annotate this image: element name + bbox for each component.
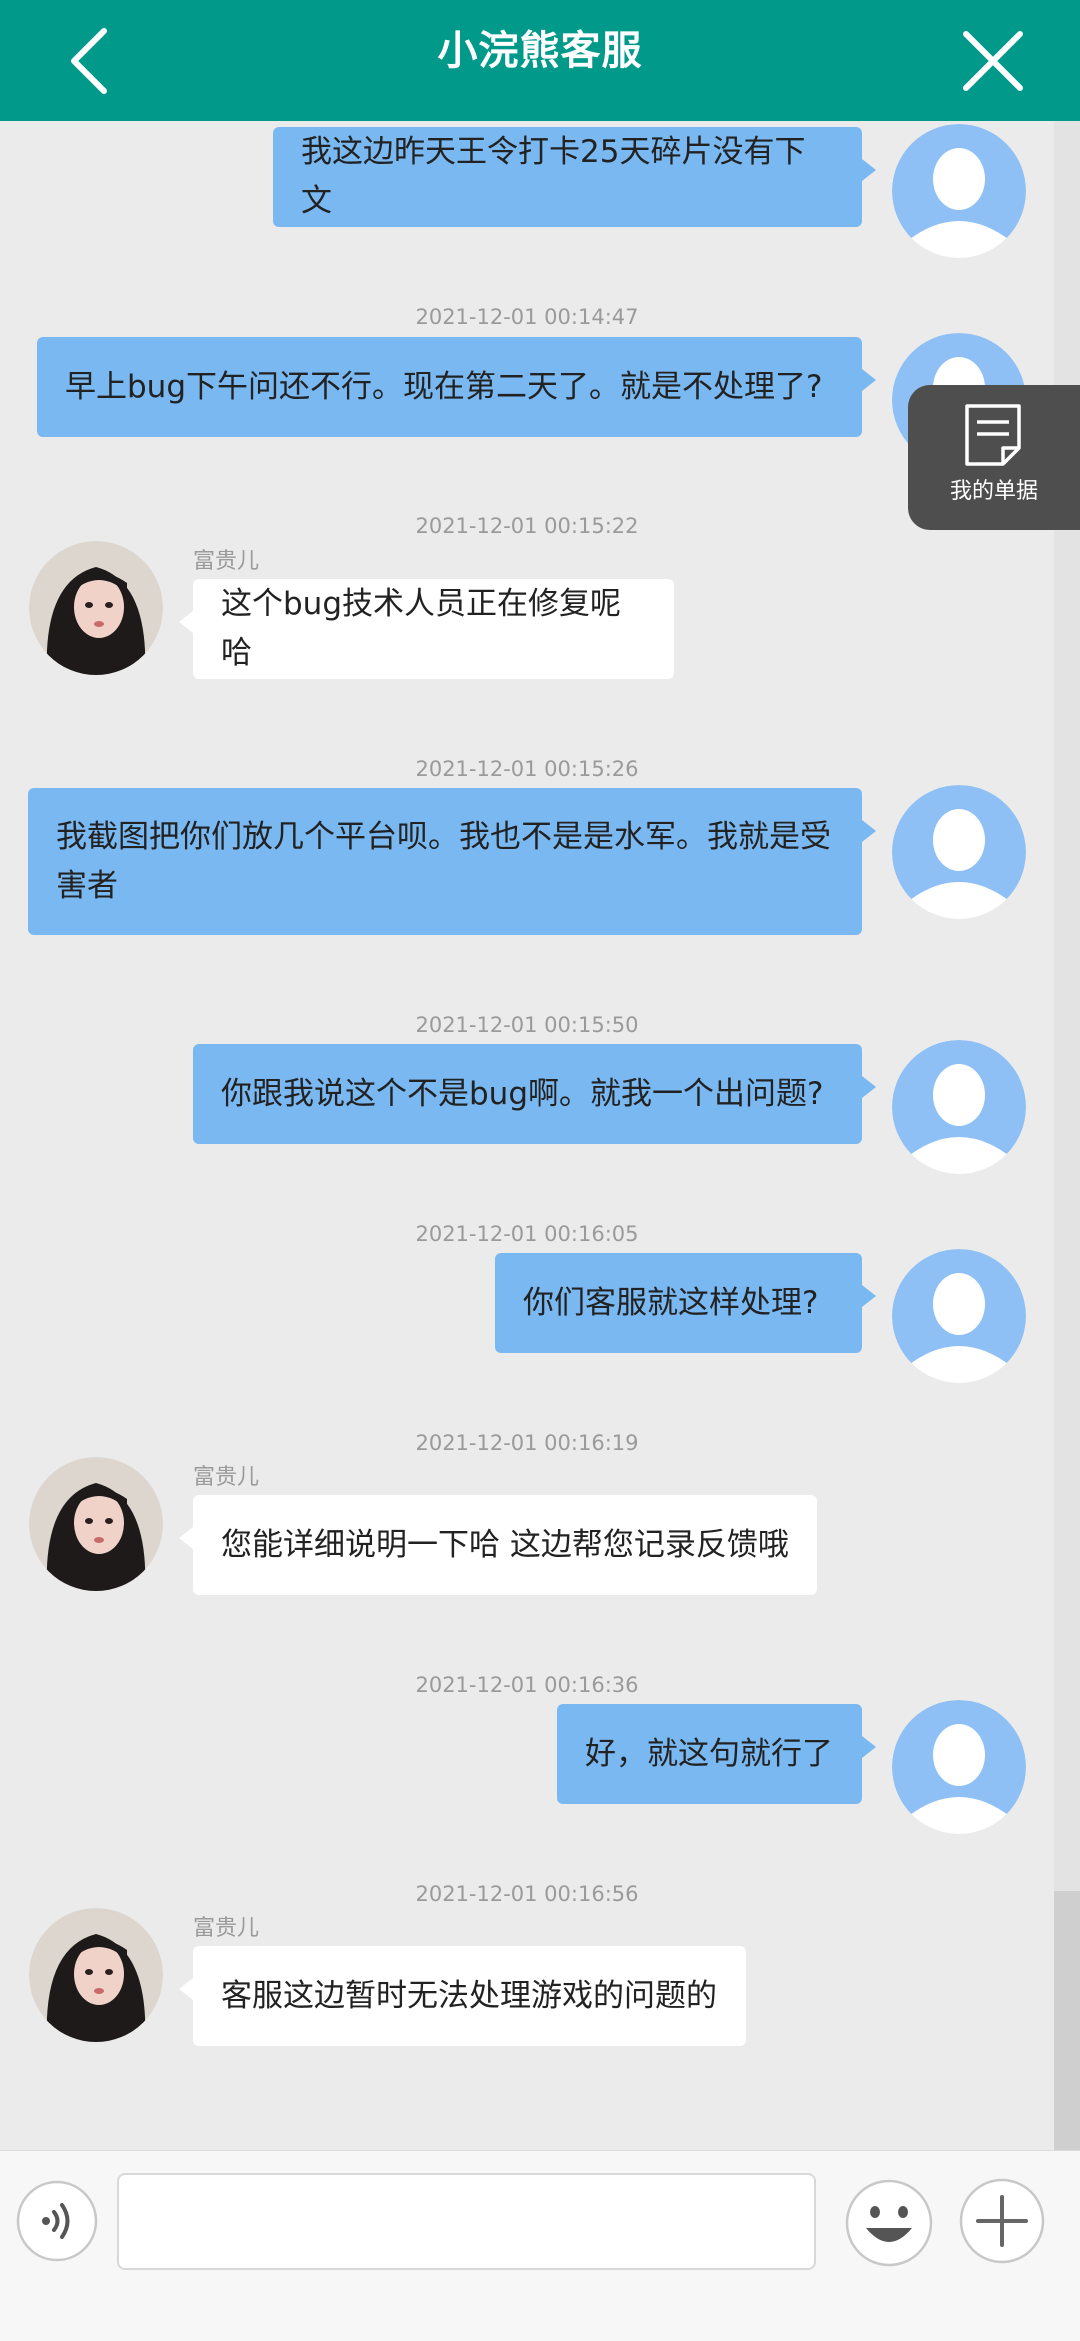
agent-message-bubble[interactable]: 客服这边暂时无法处理游戏的问题的: [179, 1946, 746, 2046]
user-avatar[interactable]: [892, 1040, 1026, 1174]
message-text: 你们客服就这样处理?: [523, 1284, 819, 1321]
message-text: 好，就这句就行了: [585, 1735, 833, 1772]
user-message-bubble[interactable]: 你们客服就这样处理?: [495, 1253, 876, 1353]
message-text: 你跟我说这个不是bug啊。就我一个出问题?: [221, 1075, 824, 1112]
user-avatar[interactable]: [892, 1700, 1026, 1834]
message-timestamp: 2021-12-01 00:16:36: [415, 1673, 639, 1697]
document-icon: [965, 404, 1021, 466]
header-bar: 小浣熊客服: [0, 0, 1080, 121]
user-avatar[interactable]: [892, 785, 1026, 919]
message-input[interactable]: [117, 2173, 816, 2270]
my-orders-label: 我的单据: [949, 479, 1038, 504]
agent-message-bubble[interactable]: 您能详细说明一下哈 这边帮您记录反馈哦: [179, 1495, 817, 1595]
agent-name: 富贵儿: [193, 549, 260, 574]
page-title: 小浣熊客服: [437, 28, 643, 74]
message-text: 这个bug技术人员正在修复呢哈: [221, 586, 622, 671]
user-avatar[interactable]: [892, 1249, 1026, 1383]
message-timestamp: 2021-12-01 00:15:22: [415, 514, 639, 538]
agent-name: 富贵儿: [193, 1916, 260, 1941]
user-avatar[interactable]: [892, 124, 1026, 258]
user-message-bubble[interactable]: 我这边昨天王令打卡25天碎片没有下文: [273, 127, 876, 227]
message-timestamp: 2021-12-01 00:14:47: [415, 305, 639, 329]
agent-message-bubble[interactable]: 这个bug技术人员正在修复呢哈: [179, 579, 674, 679]
agent-avatar[interactable]: [29, 1908, 163, 2042]
message-timestamp: 2021-12-01 00:15:50: [415, 1013, 639, 1037]
message-timestamp: 2021-12-01 00:16:19: [415, 1431, 639, 1455]
message-text: 您能详细说明一下哈 这边帮您记录反馈哦: [221, 1526, 789, 1563]
agent-name: 富贵儿: [193, 1465, 260, 1490]
user-message-bubble[interactable]: 好，就这句就行了: [557, 1704, 876, 1804]
message-text: 客服这边暂时无法处理游戏的问题的: [221, 1977, 717, 2014]
message-timestamp: 2021-12-01 00:16:05: [415, 1222, 639, 1246]
user-message-bubble[interactable]: 我截图把你们放几个平台呗。我也不是是水军。我就是受害者: [28, 788, 876, 935]
message-timestamp: 2021-12-01 00:15:26: [415, 757, 639, 781]
message-input-bar: [0, 2150, 1080, 2341]
user-message-bubble[interactable]: 你跟我说这个不是bug啊。就我一个出问题?: [193, 1044, 876, 1144]
user-message-bubble[interactable]: 早上bug下午问还不行。现在第二天了。就是不处理了?: [37, 337, 876, 437]
message-text: 早上bug下午问还不行。现在第二天了。就是不处理了?: [65, 368, 823, 405]
message-text: 我这边昨天王令打卡25天碎片没有下文: [301, 134, 806, 219]
my-orders-button[interactable]: 我的单据: [908, 385, 1080, 530]
emoji-icon[interactable]: [844, 2178, 934, 2268]
plus-icon[interactable]: [958, 2177, 1046, 2265]
agent-avatar[interactable]: [29, 541, 163, 675]
message-timestamp: 2021-12-01 00:16:56: [415, 1882, 639, 1906]
voice-icon[interactable]: [16, 2180, 98, 2262]
message-text: 我截图把你们放几个平台呗。我也不是是水军。我就是受害者: [56, 818, 831, 904]
close-icon[interactable]: [960, 28, 1026, 94]
agent-avatar[interactable]: [29, 1457, 163, 1591]
scrollbar-thumb[interactable]: [1054, 1891, 1080, 2151]
